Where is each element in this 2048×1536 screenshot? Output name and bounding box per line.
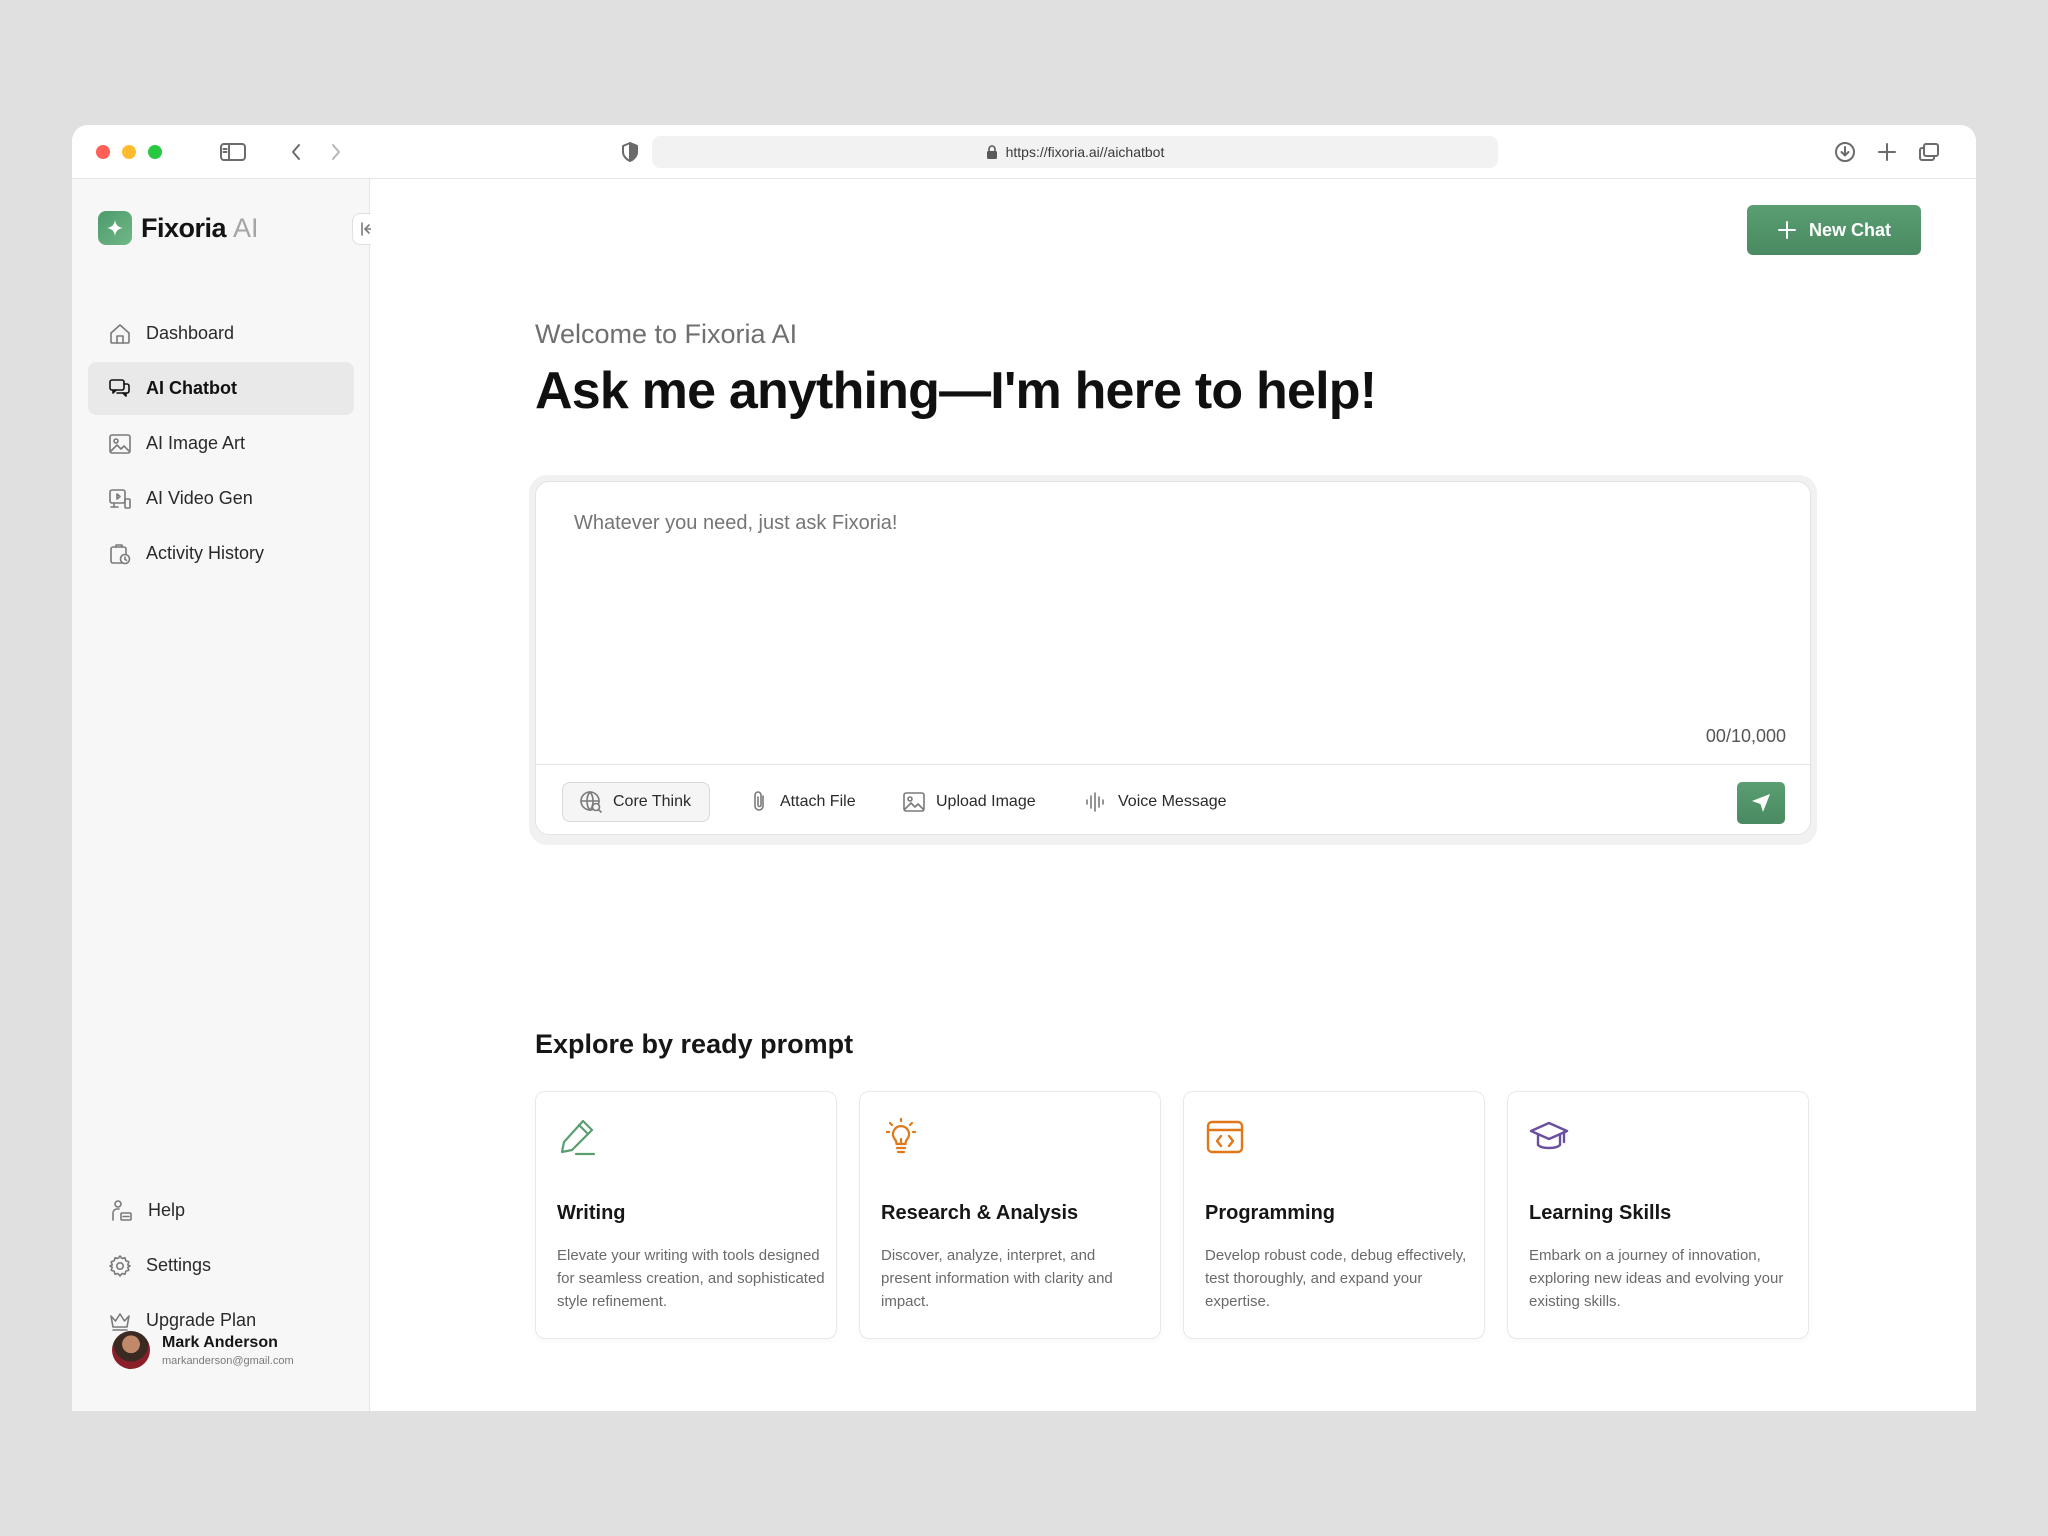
shield-icon[interactable] <box>618 138 642 166</box>
card-title: Research & Analysis <box>881 1202 1079 1224</box>
brand-suffix: AI <box>233 212 259 243</box>
nav-item-ai-image-art[interactable]: AI Image Art <box>88 417 354 470</box>
plus-icon <box>1777 221 1796 239</box>
lock-icon <box>986 145 997 159</box>
tabs-overview-icon[interactable] <box>1916 138 1942 166</box>
page-title: Ask me anything—I'm here to help! <box>535 362 1377 420</box>
waveform-icon <box>1086 792 1104 812</box>
nav-item-ai-chatbot[interactable]: AI Chatbot <box>88 362 354 415</box>
send-button[interactable] <box>1737 782 1785 824</box>
attach-file-button[interactable]: Attach File <box>748 782 856 822</box>
nav-label: AI Chatbot <box>146 378 237 398</box>
upload-image-label: Upload Image <box>936 793 1036 810</box>
prompt-cards: Writing Elevate your writing with tools … <box>535 1091 1809 1339</box>
code-icon <box>1206 1120 1244 1154</box>
attach-file-label: Attach File <box>780 793 856 810</box>
nav-item-settings[interactable]: Settings <box>88 1239 354 1292</box>
sparkle-logo-icon <box>98 211 132 245</box>
crown-icon <box>110 1312 130 1331</box>
card-description: Elevate your writing with tools designed… <box>557 1247 825 1310</box>
welcome-subtitle: Welcome to Fixoria AI <box>535 319 798 349</box>
card-description: Discover, analyze, interpret, and presen… <box>881 1247 1113 1310</box>
prompt-input[interactable] <box>574 512 1754 535</box>
nav-label: Help <box>148 1200 186 1220</box>
composer-divider <box>536 764 1810 765</box>
nav-label: Dashboard <box>146 323 235 343</box>
prompt-card-learning[interactable]: Learning Skills Embark on a journey of i… <box>1507 1091 1809 1339</box>
maximize-window-button[interactable] <box>148 145 162 159</box>
avatar <box>112 1331 150 1369</box>
nav-label: AI Video Gen <box>146 488 253 508</box>
card-title: Programming <box>1205 1202 1336 1224</box>
nav-item-ai-video-gen[interactable]: AI Video Gen <box>88 472 354 525</box>
graduation-cap-icon <box>1529 1121 1569 1150</box>
send-icon <box>1752 794 1770 812</box>
lightbulb-icon <box>885 1117 917 1154</box>
address-bar[interactable]: https://fixoria.ai//aichatbot <box>652 136 1498 168</box>
new-chat-button[interactable]: New Chat <box>1747 205 1921 255</box>
new-tab-icon[interactable] <box>1874 138 1900 166</box>
composer-container: 00/10,000 Core Think Attach File Upload … <box>529 475 1817 845</box>
nav-label: Upgrade Plan <box>146 1310 257 1330</box>
core-think-toggle[interactable]: Core Think <box>562 782 710 822</box>
nav-item-help[interactable]: Help <box>88 1184 354 1237</box>
card-description: Embark on a journey of innovation, explo… <box>1529 1247 1784 1310</box>
brand-name: Fixoria <box>141 212 227 243</box>
card-description: Develop robust code, debug effectively, … <box>1205 1247 1467 1310</box>
url-text: https://fixoria.ai//aichatbot <box>1005 144 1165 160</box>
prompt-card-writing[interactable]: Writing Elevate your writing with tools … <box>535 1091 837 1339</box>
prompt-card-programming[interactable]: Programming Develop robust code, debug e… <box>1183 1091 1485 1339</box>
browser-window: https://fixoria.ai//aichatbot Fixoria AI <box>72 125 1976 1411</box>
core-think-label: Core Think <box>613 793 691 810</box>
minimize-window-button[interactable] <box>122 145 136 159</box>
globe-search-icon <box>580 791 602 813</box>
explore-section-title: Explore by ready prompt <box>535 1029 854 1059</box>
nav-label: AI Image Art <box>146 433 246 453</box>
download-icon[interactable] <box>1832 138 1858 166</box>
composer: 00/10,000 Core Think Attach File Upload … <box>535 481 1811 835</box>
voice-message-button[interactable]: Voice Message <box>1084 782 1227 822</box>
chat-icon <box>109 378 130 397</box>
card-title: Writing <box>557 1202 626 1224</box>
back-arrow-icon[interactable] <box>284 138 308 166</box>
image-upload-icon <box>903 792 925 812</box>
character-counter: 00/10,000 <box>1705 726 1786 746</box>
user-email: markanderson@gmail.com <box>162 1354 294 1367</box>
user-profile[interactable]: Mark Anderson markanderson@gmail.com <box>112 1331 294 1369</box>
sidebar: Fixoria AI Dashboard AI Chatbot AI Image… <box>72 179 384 1411</box>
brand-logo[interactable]: Fixoria AI <box>98 211 259 245</box>
forward-arrow-icon[interactable] <box>324 138 348 166</box>
nav-label: Settings <box>146 1255 212 1275</box>
paperclip-icon <box>754 791 764 811</box>
browser-toolbar: https://fixoria.ai//aichatbot <box>72 125 1976 179</box>
image-icon <box>109 433 131 454</box>
upload-image-button[interactable]: Upload Image <box>902 782 1036 822</box>
nav-item-activity-history[interactable]: Activity History <box>88 527 354 580</box>
new-chat-label: New Chat <box>1808 219 1891 240</box>
nav-label: Activity History <box>146 543 265 563</box>
pen-icon <box>560 1119 596 1156</box>
secondary-nav: Help Settings Upgrade Plan <box>88 1184 354 1349</box>
user-name: Mark Anderson <box>162 1333 278 1351</box>
voice-message-label: Voice Message <box>1118 793 1227 810</box>
sidebar-toggle-icon[interactable] <box>218 138 248 166</box>
nav-item-dashboard[interactable]: Dashboard <box>88 307 354 360</box>
home-icon <box>110 323 130 344</box>
gear-icon <box>109 1254 131 1277</box>
history-icon <box>110 543 131 564</box>
prompt-card-research[interactable]: Research & Analysis Discover, analyze, i… <box>859 1091 1161 1339</box>
card-title: Learning Skills <box>1529 1202 1672 1224</box>
main-nav: Dashboard AI Chatbot AI Image Art AI Vid… <box>88 307 354 582</box>
help-icon <box>112 1199 132 1221</box>
main-content: New Chat Welcome to Fixoria AI Ask me an… <box>371 179 1976 1411</box>
video-icon <box>109 488 131 509</box>
close-window-button[interactable] <box>96 145 110 159</box>
